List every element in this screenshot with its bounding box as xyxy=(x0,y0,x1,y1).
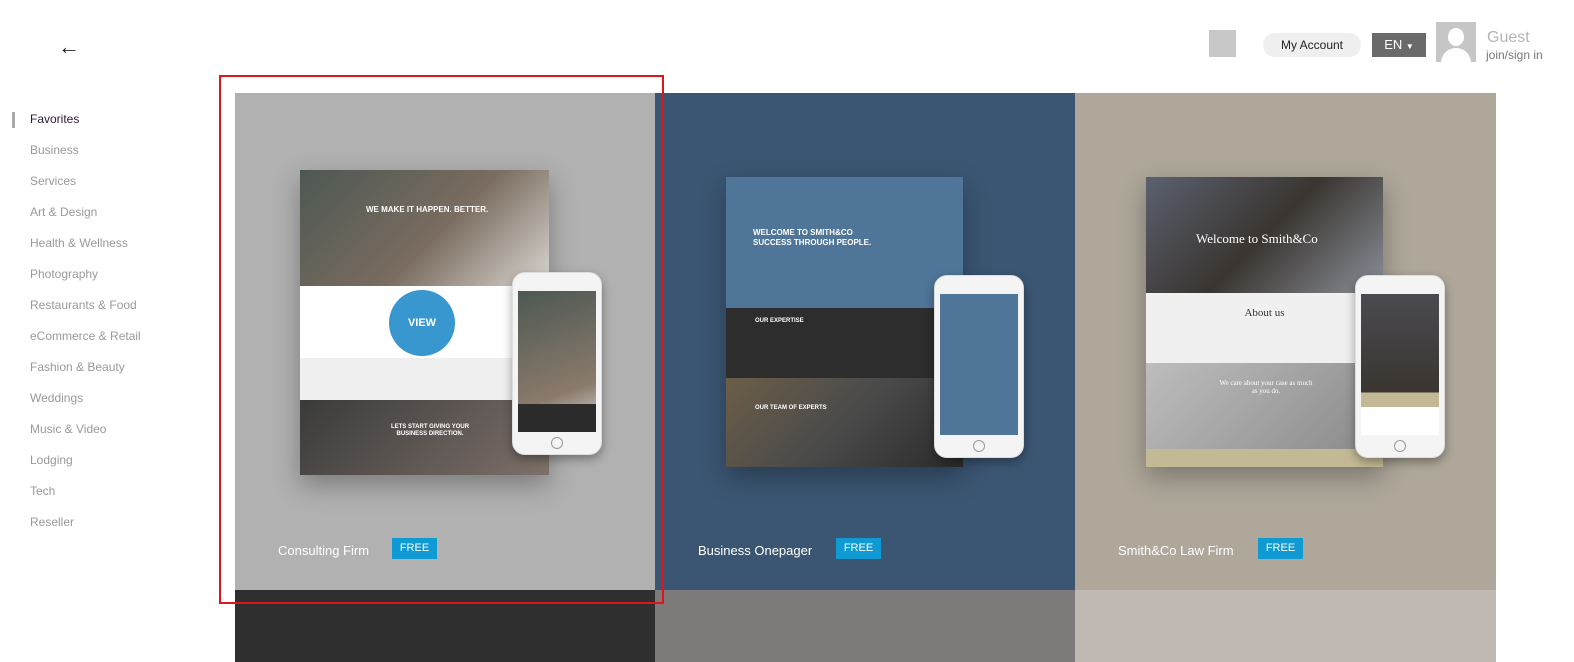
join-sign-in-link[interactable]: join/sign in xyxy=(1486,48,1543,62)
sidebar-item-weddings[interactable]: Weddings xyxy=(0,391,141,422)
sidebar-item-lodging[interactable]: Lodging xyxy=(0,453,141,484)
sidebar-item-restaurants-food[interactable]: Restaurants & Food xyxy=(0,298,141,329)
template-name: Consulting Firm xyxy=(278,543,370,558)
desktop-preview: Welcome to Smith&Co About us We care abo… xyxy=(1146,177,1383,467)
sidebar-item-reseller[interactable]: Reseller xyxy=(0,515,141,546)
view-button[interactable]: VIEW xyxy=(389,290,455,356)
preview-headline: WE MAKE IT HAPPEN. BETTER. xyxy=(366,205,489,214)
free-badge: FREE xyxy=(392,538,437,559)
preview-headline: Welcome to Smith&Co xyxy=(1196,231,1318,246)
template-name: Business Onepager xyxy=(698,543,813,558)
language-label: EN xyxy=(1384,37,1403,52)
desktop-preview: WELCOME TO SMITH&CO SUCCESS THROUGH PEOP… xyxy=(726,177,963,467)
template-card-row2-2[interactable] xyxy=(655,590,1076,662)
preview-team: OUR TEAM OF EXPERTS xyxy=(755,405,827,411)
template-card-row2-3[interactable] xyxy=(1075,590,1496,662)
free-badge: FREE xyxy=(1258,538,1303,559)
category-sidebar: Favorites Business Services Art & Design… xyxy=(0,112,141,546)
sidebar-item-services[interactable]: Services xyxy=(0,174,141,205)
sidebar-item-favorites[interactable]: Favorites xyxy=(0,112,141,143)
preview-cta: LETS START GIVING YOUR BUSINESS DIRECTIO… xyxy=(390,424,470,438)
template-card-smith-co-law-firm[interactable]: Welcome to Smith&Co About us We care abo… xyxy=(1075,93,1496,590)
caret-down-icon: ▼ xyxy=(1405,42,1414,51)
sidebar-item-art-design[interactable]: Art & Design xyxy=(0,205,141,236)
template-card-business-onepager[interactable]: WELCOME TO SMITH&CO SUCCESS THROUGH PEOP… xyxy=(655,93,1076,590)
phone-preview xyxy=(512,272,602,455)
preview-about: About us xyxy=(1244,307,1285,319)
sidebar-item-fashion-beauty[interactable]: Fashion & Beauty xyxy=(0,360,141,391)
color-swatch[interactable] xyxy=(1209,30,1236,57)
free-badge: FREE xyxy=(836,538,881,559)
my-account-button[interactable]: My Account xyxy=(1263,33,1361,57)
sidebar-item-health-wellness[interactable]: Health & Wellness xyxy=(0,236,141,267)
template-card-row2-1[interactable] xyxy=(235,590,656,662)
sidebar-item-photography[interactable]: Photography xyxy=(0,267,141,298)
back-arrow-icon[interactable]: ← xyxy=(58,34,80,60)
sidebar-item-music-video[interactable]: Music & Video xyxy=(0,422,141,453)
preview-tagline: We care about your case as much as you d… xyxy=(1219,379,1313,396)
sidebar-item-ecommerce-retail[interactable]: eCommerce & Retail xyxy=(0,329,141,360)
phone-preview xyxy=(934,275,1024,458)
preview-section: OUR EXPERTISE xyxy=(755,318,804,324)
template-name: Smith&Co Law Firm xyxy=(1118,543,1234,558)
sidebar-item-tech[interactable]: Tech xyxy=(0,484,141,515)
language-dropdown[interactable]: EN ▼ xyxy=(1372,33,1426,57)
sidebar-item-business[interactable]: Business xyxy=(0,143,141,174)
phone-preview xyxy=(1355,275,1445,458)
user-name: Guest xyxy=(1487,29,1530,46)
preview-headline: WELCOME TO SMITH&CO SUCCESS THROUGH PEOP… xyxy=(753,228,872,247)
avatar[interactable] xyxy=(1436,22,1476,62)
